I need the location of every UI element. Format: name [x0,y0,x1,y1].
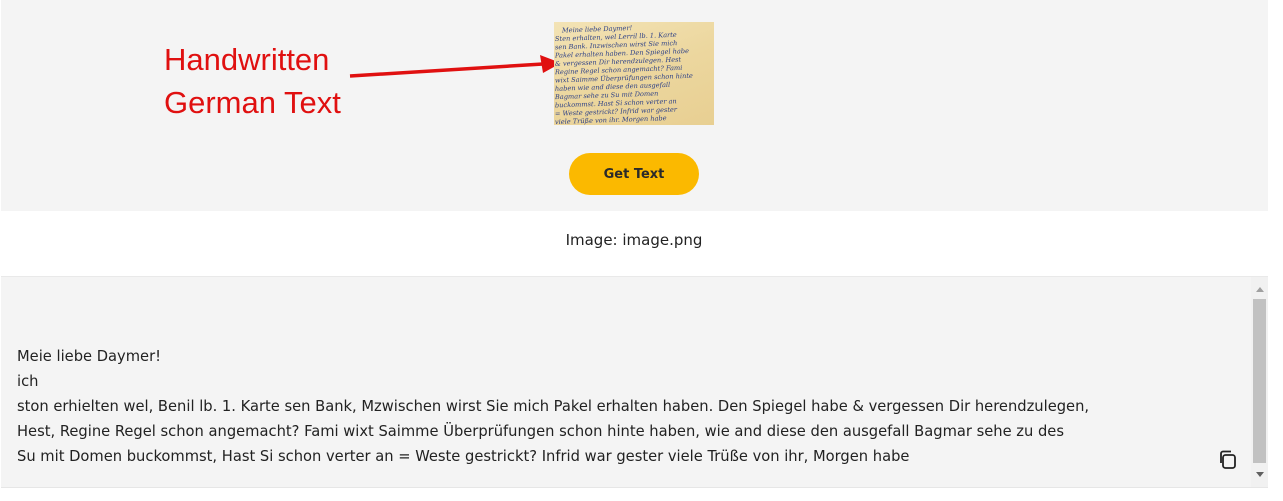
ocr-output-text: Meie liebe Daymer! ich ston erhielten we… [17,348,1090,465]
ocr-output-box[interactable]: Meie liebe Daymer! ich ston erhielten we… [1,276,1268,488]
scroll-up-arrow-icon[interactable] [1256,287,1264,292]
scroll-down-arrow-icon[interactable] [1256,472,1264,477]
handwritten-letter-thumbnail: Meine liebe Daymer! Sten erhalten, wel Le… [554,22,714,125]
handwriting-image: Meine liebe Daymer!Sten erhalten, wel Le… [554,24,693,125]
get-text-button[interactable]: Get Text [569,153,699,195]
annotation-arrow [349,55,561,78]
annotation-label: Handwritten German Text [164,42,341,120]
copy-icon[interactable] [1216,447,1242,473]
scroll-thumb[interactable] [1253,299,1266,463]
ocr-scrollbar[interactable] [1251,277,1268,487]
image-filename-caption: Image: image.png [565,231,703,249]
